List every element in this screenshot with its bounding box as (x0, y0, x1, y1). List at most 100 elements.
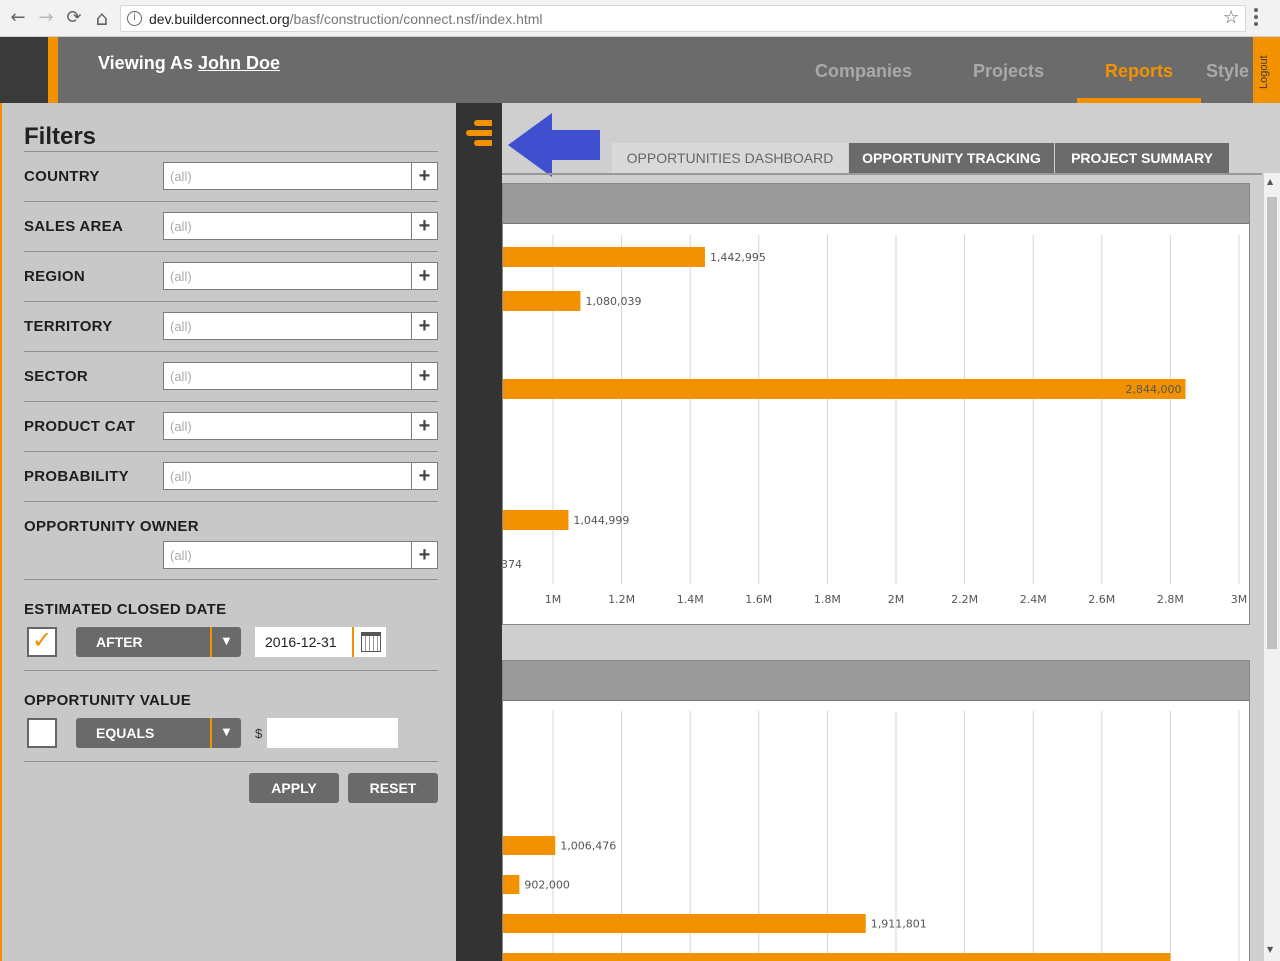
territory-field[interactable]: (all) + (163, 312, 438, 340)
url-text[interactable]: dev.builderconnect.org/basf/construction… (149, 11, 543, 27)
bar (503, 247, 705, 267)
chevron-down-icon[interactable]: ▼ (210, 718, 241, 748)
add-country-icon[interactable]: + (411, 163, 437, 189)
chevron-down-icon[interactable]: ▼ (210, 627, 241, 657)
add-product-cat-icon[interactable]: + (411, 413, 437, 439)
browser-toolbar: ← → ⟳ ⌂ i dev.builderconnect.org/basf/co… (0, 0, 1280, 37)
sidebar-toggle-strip (456, 103, 502, 961)
home-icon[interactable]: ⌂ (91, 7, 113, 29)
logout-label: Logout (1258, 55, 1270, 89)
bar (503, 291, 581, 311)
bar (503, 836, 556, 855)
add-territory-icon[interactable]: + (411, 313, 437, 339)
forward-icon[interactable]: → (35, 7, 57, 29)
opportunity-owner-label: OPPORTUNITY OWNER (24, 518, 199, 535)
opportunity-owner-field[interactable]: (all) + (163, 541, 438, 569)
closed-date-operator: AFTER (96, 634, 143, 650)
opportunity-value-input[interactable] (267, 718, 398, 748)
info-icon[interactable]: i (127, 11, 142, 26)
region-field[interactable]: (all) + (163, 262, 438, 290)
panel-toggle-icon[interactable] (466, 120, 494, 150)
scrollbar[interactable]: ▲ ▼ (1264, 173, 1280, 961)
apply-button[interactable]: APPLY (249, 773, 339, 803)
x-tick-label: 3M (1231, 593, 1248, 606)
user-link[interactable]: John Doe (198, 53, 280, 73)
product-cat-placeholder: (all) (170, 419, 192, 434)
tab-opportunities-dashboard[interactable]: OPPORTUNITIES DASHBOARD (612, 143, 848, 173)
bar-value-label: 1,044,999 (573, 514, 629, 527)
bookmark-star-icon[interactable]: ☆ (1223, 7, 1239, 28)
x-tick-label: 2.8M (1157, 593, 1184, 606)
x-tick-label: 1.6M (745, 593, 772, 606)
divider (24, 401, 438, 402)
reload-icon[interactable]: ⟳ (63, 7, 85, 29)
scroll-up-icon[interactable]: ▲ (1267, 177, 1273, 186)
filters-title: Filters (24, 123, 97, 150)
sales-area-field[interactable]: (all) + (163, 212, 438, 240)
url-path: /basf/construction/connect.nsf/index.htm… (289, 11, 543, 27)
x-tick-label: 1M (545, 593, 562, 606)
bar-value-label: 1,911,801 (871, 918, 927, 931)
product-cat-field[interactable]: (all) + (163, 412, 438, 440)
opportunity-value-checkbox[interactable] (27, 718, 57, 748)
probability-field[interactable]: (all) + (163, 462, 438, 490)
filters-panel: Filters COUNTRY (all) + SALES AREA (all) +… (0, 103, 456, 961)
add-probability-icon[interactable]: + (411, 463, 437, 489)
tab-project-summary[interactable]: PROJECT SUMMARY (1055, 143, 1229, 173)
divider (24, 251, 438, 252)
bar (503, 953, 1171, 961)
divider (24, 670, 438, 671)
probability-label: PROBABILITY (24, 468, 129, 485)
country-field[interactable]: (all) + (163, 162, 438, 190)
x-tick-label: 2.4M (1020, 593, 1047, 606)
closed-date-operator-dropdown[interactable]: AFTER ▼ (76, 627, 241, 657)
bar-chart-2: 1,006,476 902,000 1,911,801 (503, 711, 1240, 961)
closed-date-input[interactable]: 2016-12-31 (255, 627, 352, 657)
closed-date-checkbox[interactable]: ✓ (27, 626, 57, 657)
nav-reports[interactable]: Reports (1105, 61, 1173, 82)
logout-button[interactable]: Logout (1253, 37, 1280, 103)
calendar-button[interactable] (352, 627, 386, 657)
country-placeholder: (all) (170, 169, 192, 184)
bar (503, 379, 1186, 399)
divider (24, 501, 438, 502)
x-tick-label: 2.6M (1088, 593, 1115, 606)
url-host: dev.builderconnect.org (149, 11, 290, 27)
probability-placeholder: (all) (170, 469, 192, 484)
sector-label: SECTOR (24, 368, 89, 385)
scroll-down-icon[interactable]: ▼ (1267, 945, 1273, 954)
divider (24, 579, 438, 580)
divider (24, 151, 438, 152)
x-tick-label: 1.8M (814, 593, 841, 606)
reset-button[interactable]: RESET (348, 773, 438, 803)
add-sector-icon[interactable]: + (411, 363, 437, 389)
sector-field[interactable]: (all) + (163, 362, 438, 390)
add-region-icon[interactable]: + (411, 263, 437, 289)
opportunity-value-operator-dropdown[interactable]: EQUALS ▼ (76, 718, 241, 748)
chart-panel-1: 1M 1.2M 1.4M 1.6M 1.8M 2M 2.2M 2.4M 2.6M 2.8M 3M 1,… (502, 183, 1250, 625)
divider (24, 301, 438, 302)
x-tick-label: 1.2M (608, 593, 635, 606)
bar-chart-1: 1M 1.2M 1.4M 1.6M 1.8M 2M 2.2M 2.4M 2.6M 2.8M 3M 1,… (503, 235, 1248, 606)
territory-label: TERRITORY (24, 318, 113, 335)
bar-value-label: 2,844,000 (1126, 383, 1182, 396)
tab-opportunity-tracking[interactable]: OPPORTUNITY TRACKING (849, 143, 1054, 173)
territory-placeholder: (all) (170, 319, 192, 334)
opportunity-owner-placeholder: (all) (170, 548, 192, 563)
nav-style[interactable]: Style (1206, 61, 1249, 82)
header-accent-bar (48, 37, 58, 103)
nav-companies[interactable]: Companies (815, 61, 912, 82)
bar-value-label: 1,006,476 (560, 840, 616, 853)
add-opportunity-owner-icon[interactable]: + (411, 542, 437, 568)
closed-date-label: ESTIMATED CLOSED DATE (24, 601, 227, 618)
add-sales-area-icon[interactable]: + (411, 213, 437, 239)
x-tick-label: 2.2M (951, 593, 978, 606)
address-bar[interactable]: i dev.builderconnect.org/basf/constructi… (120, 5, 1246, 32)
viewing-prefix: Viewing As (98, 53, 199, 73)
browser-menu-icon[interactable] (1254, 8, 1260, 28)
region-placeholder: (all) (170, 269, 192, 284)
back-icon[interactable]: ← (7, 7, 29, 29)
header-dark-block (0, 37, 48, 103)
scrollbar-thumb[interactable] (1267, 197, 1277, 649)
nav-projects[interactable]: Projects (973, 61, 1044, 82)
